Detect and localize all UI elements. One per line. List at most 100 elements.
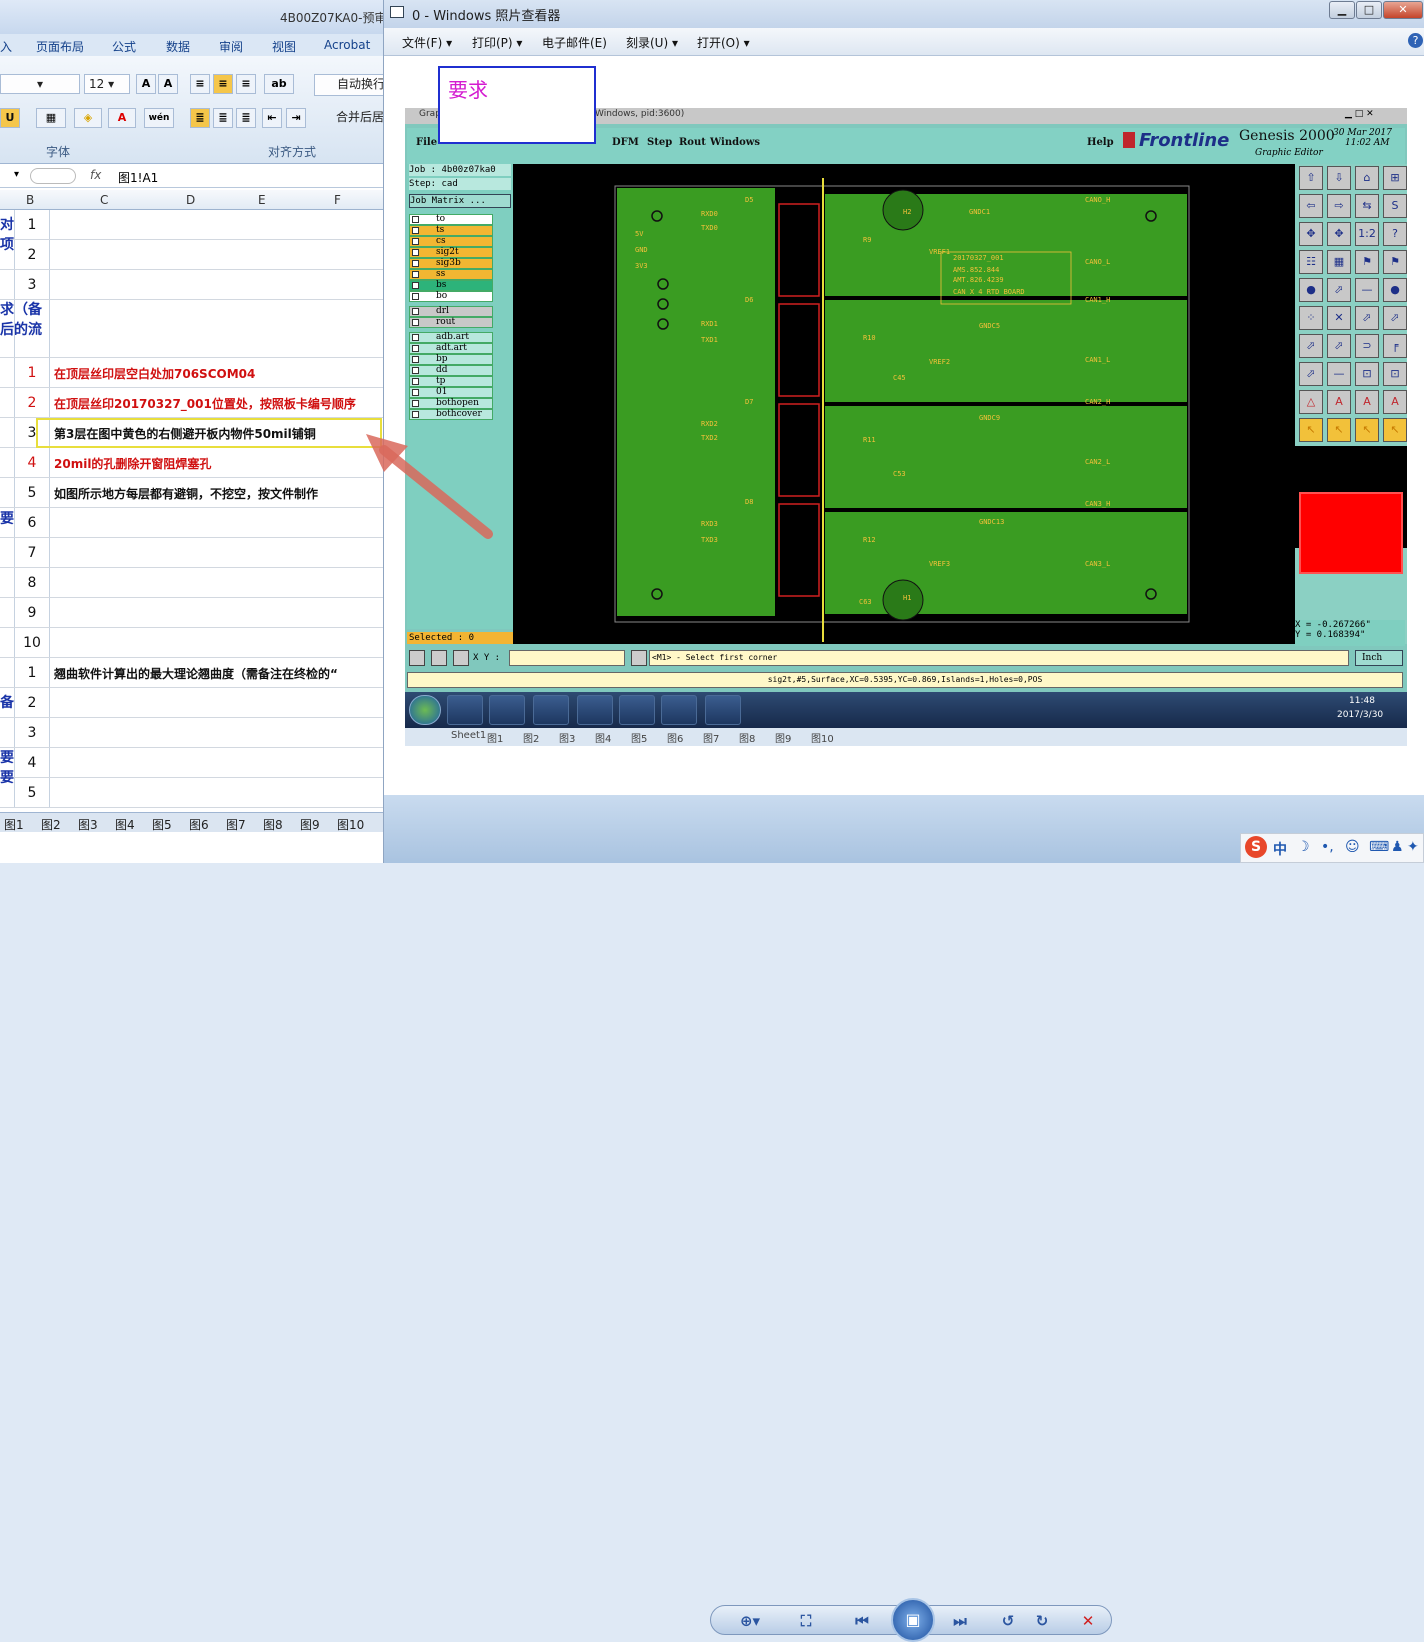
pcb-board-view[interactable]: 20170327_001 AMS.852.844 AMT.826.4239 CAN X… — [513, 164, 1295, 644]
layer-item[interactable]: dd — [409, 365, 493, 376]
shrink-font-icon[interactable]: A — [158, 74, 178, 94]
menu-burn[interactable]: 刻录(U) ▾ — [626, 34, 678, 51]
table-row[interactable]: 4 20mil的孔删除开窗阻焊塞孔 — [0, 448, 390, 478]
layer-checkbox[interactable] — [412, 367, 419, 374]
tool-button-icon[interactable]: ↖ — [1299, 418, 1323, 442]
table-row[interactable]: 3 — [0, 270, 390, 300]
tool-button-icon[interactable]: A — [1355, 390, 1379, 414]
font-size-box[interactable]: 12 ▾ — [84, 74, 130, 94]
sheet-tab[interactable]: 图6 — [189, 816, 209, 833]
col-header[interactable]: E — [258, 193, 266, 207]
layer-checkbox[interactable] — [412, 238, 419, 245]
namebox-dropdown-icon[interactable]: ▾ — [14, 169, 19, 180]
ime-user-icon[interactable]: ♟ — [1391, 839, 1404, 855]
align-right-icon[interactable]: ≣ — [236, 108, 256, 128]
layer-checkbox[interactable] — [412, 389, 419, 396]
job-matrix-button[interactable]: Job Matrix ... — [409, 194, 511, 208]
fill-color-icon[interactable]: ◈ — [74, 108, 102, 128]
tab-acrobat[interactable]: Acrobat — [324, 38, 370, 52]
layer-item[interactable]: rout — [409, 317, 493, 328]
col-header[interactable]: D — [186, 193, 195, 207]
gmenu-file[interactable]: File — [416, 137, 437, 148]
units-select[interactable]: Inch — [1355, 650, 1403, 666]
tool-button-icon[interactable]: ⬀ — [1299, 362, 1323, 386]
layer-checkbox[interactable] — [412, 227, 419, 234]
taskbar-eye-icon[interactable] — [619, 695, 655, 725]
foot-tool-icon[interactable] — [409, 650, 425, 666]
table-row[interactable]: 4 — [0, 748, 390, 778]
tool-button-icon[interactable]: ↖ — [1383, 418, 1407, 442]
table-row[interactable]: 9 — [0, 598, 390, 628]
table-row[interactable]: 1 翘曲软件计算出的最大理论翘曲度（需备注在终检的“ — [0, 658, 390, 688]
gmenu-step[interactable]: Step — [647, 137, 672, 148]
slideshow-button[interactable]: ▣ — [891, 1598, 935, 1642]
table-row[interactable]: 5 如图所示地方每层都有避铜，不挖空，按文件制作 — [0, 478, 390, 508]
layer-checkbox[interactable] — [412, 260, 419, 267]
orientation-icon[interactable]: ab — [264, 74, 294, 94]
tool-button-icon[interactable]: △ — [1299, 390, 1323, 414]
tool-button-icon[interactable]: ⊃ — [1355, 334, 1379, 358]
tab-formulas[interactable]: 公式 — [112, 38, 136, 55]
layer-checkbox[interactable] — [412, 411, 419, 418]
font-color-icon[interactable]: A — [108, 108, 136, 128]
layer-item[interactable]: sig3b — [409, 258, 493, 269]
gmenu-help[interactable]: Help — [1087, 137, 1114, 148]
fx-icon[interactable]: fx — [90, 168, 101, 182]
taskbar-p-icon[interactable] — [705, 695, 741, 725]
layer-item[interactable]: cs — [409, 236, 493, 247]
table-row[interactable]: 5 — [0, 778, 390, 808]
start-button[interactable] — [409, 695, 441, 725]
cell-text[interactable]: 如图所示地方每层都有避铜，不挖空，按文件制作 — [54, 485, 318, 502]
table-row[interactable]: 6 — [0, 508, 390, 538]
tab-review[interactable]: 审阅 — [219, 38, 243, 55]
tool-button-icon[interactable]: ✕ — [1327, 306, 1351, 330]
layer-checkbox[interactable] — [412, 282, 419, 289]
layer-checkbox[interactable] — [412, 400, 419, 407]
layer-checkbox[interactable] — [412, 216, 419, 223]
tool-button-icon[interactable]: A — [1327, 390, 1351, 414]
sheet-tab[interactable]: 图5 — [152, 816, 172, 833]
decrease-indent-icon[interactable]: ⇤ — [262, 108, 282, 128]
increase-indent-icon[interactable]: ⇥ — [286, 108, 306, 128]
layer-checkbox[interactable] — [412, 319, 419, 326]
ime-tools-icon[interactable]: ✦ — [1407, 839, 1419, 855]
table-row[interactable]: 2 — [0, 240, 390, 270]
tool-button-icon[interactable]: ⇧ — [1299, 166, 1323, 190]
layer-checkbox[interactable] — [412, 271, 419, 278]
tool-button-icon[interactable]: ▦ — [1327, 250, 1351, 274]
taskbar-browser-icon[interactable] — [533, 695, 569, 725]
tool-button-icon[interactable]: ⬀ — [1383, 306, 1407, 330]
tool-button-icon[interactable]: ⊡ — [1355, 362, 1379, 386]
layer-item[interactable]: bs — [409, 280, 493, 291]
table-row[interactable]: 3 — [0, 718, 390, 748]
table-row[interactable]: 7 — [0, 538, 390, 568]
layer-item[interactable]: 01 — [409, 387, 493, 398]
tool-button-icon[interactable]: ⬀ — [1327, 278, 1351, 302]
rotate-left-icon[interactable]: ↺ — [993, 1610, 1023, 1632]
font-name-box[interactable]: ▾ — [0, 74, 80, 94]
layer-checkbox[interactable] — [412, 249, 419, 256]
actual-size-icon[interactable]: ⛶ — [791, 1610, 821, 1632]
cell-text[interactable]: 在顶层丝印20170327_001位置处，按照板卡编号顺序 — [54, 395, 356, 412]
sheet-tab[interactable]: 图9 — [300, 816, 320, 833]
col-header[interactable]: B — [26, 193, 34, 207]
menu-email[interactable]: 电子邮件(E) — [542, 34, 607, 51]
align-center-icon[interactable]: ≣ — [213, 108, 233, 128]
gmenu-windows[interactable]: Windows — [710, 137, 760, 148]
layer-item[interactable]: drl — [409, 306, 493, 317]
layer-item[interactable]: adb.art — [409, 332, 493, 343]
previous-icon[interactable]: ⏮ — [847, 1610, 877, 1632]
tab-page-layout[interactable]: 页面布局 — [36, 38, 84, 55]
sheet-tab[interactable]: 图1 — [4, 816, 24, 833]
layer-checkbox[interactable] — [412, 345, 419, 352]
align-bottom-icon[interactable]: ≡ — [236, 74, 256, 94]
sheet-tab[interactable]: 图3 — [78, 816, 98, 833]
ime-keyboard-icon[interactable]: ⌨ — [1369, 839, 1389, 855]
tool-button-icon[interactable]: ● — [1299, 278, 1323, 302]
cell-text[interactable]: 20mil的孔删除开窗阻焊塞孔 — [54, 455, 211, 472]
close-button[interactable]: ✕ — [1383, 1, 1423, 19]
function-box[interactable] — [30, 168, 76, 184]
layer-checkbox[interactable] — [412, 356, 419, 363]
tool-button-icon[interactable]: ☷ — [1299, 250, 1323, 274]
borders-icon[interactable]: ▦ — [36, 108, 66, 128]
